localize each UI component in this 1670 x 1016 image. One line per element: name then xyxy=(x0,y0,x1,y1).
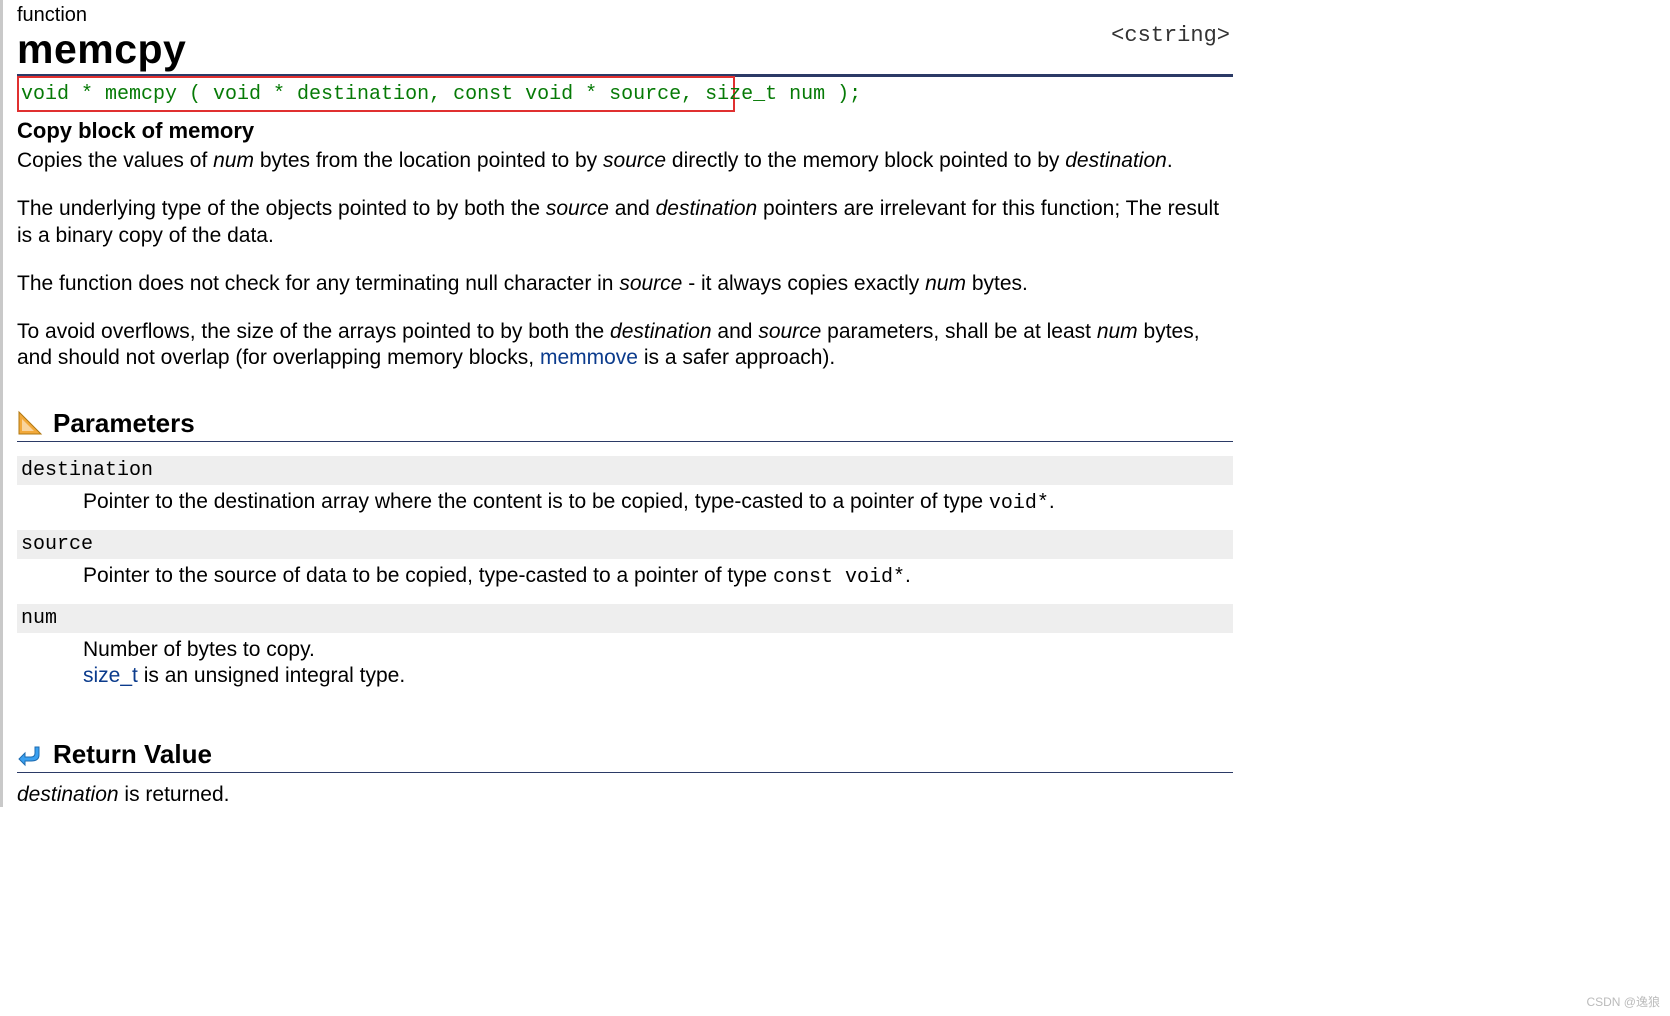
text: Number of bytes to copy. xyxy=(83,638,315,661)
subtitle: Copy block of memory xyxy=(17,118,1640,144)
param-desc: Number of bytes to copy. size_t is an un… xyxy=(83,637,1223,690)
return-value-heading-row: Return Value xyxy=(17,739,1233,773)
text: The underlying type of the objects point… xyxy=(17,197,546,220)
text: . xyxy=(1049,490,1055,513)
param-desc: Pointer to the source of data to be copi… xyxy=(83,563,1223,590)
kind-label: function xyxy=(17,4,1640,27)
desc-paragraph-4: To avoid overflows, the size of the arra… xyxy=(17,319,1227,372)
text: bytes. xyxy=(966,272,1028,295)
text: Copies the values of xyxy=(17,149,213,172)
text: To avoid overflows, the size of the arra… xyxy=(17,320,610,343)
parameters-heading-row: Parameters xyxy=(17,408,1233,442)
header-include: <cstring> xyxy=(1111,23,1230,48)
param-num: num Number of bytes to copy. size_t is a… xyxy=(17,604,1640,690)
memmove-link[interactable]: memmove xyxy=(540,346,638,369)
desc-paragraph-1: Copies the values of num bytes from the … xyxy=(17,148,1227,174)
text: is a safer approach). xyxy=(638,346,835,369)
watermark: CSDN @逸狼 xyxy=(1586,993,1660,1010)
text: . xyxy=(1167,149,1173,172)
text: directly to the memory block pointed to … xyxy=(666,149,1065,172)
title-row: memcpy <cstring> xyxy=(17,29,1640,72)
description: Copies the values of num bytes from the … xyxy=(17,148,1640,372)
destination-italic: destination xyxy=(610,320,712,343)
param-name: source xyxy=(17,530,1233,559)
size-t-link[interactable]: size_t xyxy=(83,664,138,687)
desc-paragraph-2: The underlying type of the objects point… xyxy=(17,196,1227,249)
parameters-section: Parameters destination Pointer to the de… xyxy=(17,408,1640,690)
source-italic: source xyxy=(758,320,821,343)
destination-italic: destination xyxy=(17,783,119,806)
text: Pointer to the source of data to be copi… xyxy=(83,564,773,587)
return-value-heading: Return Value xyxy=(53,739,212,770)
return-arrow-icon xyxy=(17,743,43,767)
desc-paragraph-3: The function does not check for any term… xyxy=(17,271,1227,297)
text: parameters, shall be at least xyxy=(821,320,1096,343)
param-name: destination xyxy=(17,456,1233,485)
triangle-ruler-icon xyxy=(17,410,43,436)
source-italic: source xyxy=(546,197,609,220)
param-desc: Pointer to the destination array where t… xyxy=(83,489,1223,516)
text: . xyxy=(905,564,911,587)
destination-italic: destination xyxy=(656,197,758,220)
param-name: num xyxy=(17,604,1233,633)
text: and xyxy=(712,320,759,343)
num-italic: num xyxy=(925,272,966,295)
param-source: source Pointer to the source of data to … xyxy=(17,530,1640,590)
source-italic: source xyxy=(619,272,682,295)
text: Pointer to the destination array where t… xyxy=(83,490,989,513)
text: The function does not check for any term… xyxy=(17,272,619,295)
text: bytes from the location pointed to by xyxy=(254,149,603,172)
num-italic: num xyxy=(213,149,254,172)
code-inline: const void* xyxy=(773,566,905,589)
param-destination: destination Pointer to the destination a… xyxy=(17,456,1640,516)
return-value-text: destination is returned. xyxy=(17,783,1640,807)
page-title: memcpy xyxy=(17,29,1640,72)
return-value-section: Return Value destination is returned. xyxy=(17,739,1640,807)
text: and xyxy=(609,197,656,220)
destination-italic: destination xyxy=(1065,149,1167,172)
text: - it always copies exactly xyxy=(682,272,925,295)
text: is an unsigned integral type. xyxy=(138,664,405,687)
num-italic: num xyxy=(1097,320,1138,343)
signature-highlight-box: void * memcpy ( void * destination, cons… xyxy=(17,76,735,112)
parameters-heading: Parameters xyxy=(53,408,195,439)
text: is returned. xyxy=(119,783,230,806)
function-signature: void * memcpy ( void * destination, cons… xyxy=(21,83,861,106)
code-inline: void* xyxy=(989,492,1049,515)
source-italic: source xyxy=(603,149,666,172)
